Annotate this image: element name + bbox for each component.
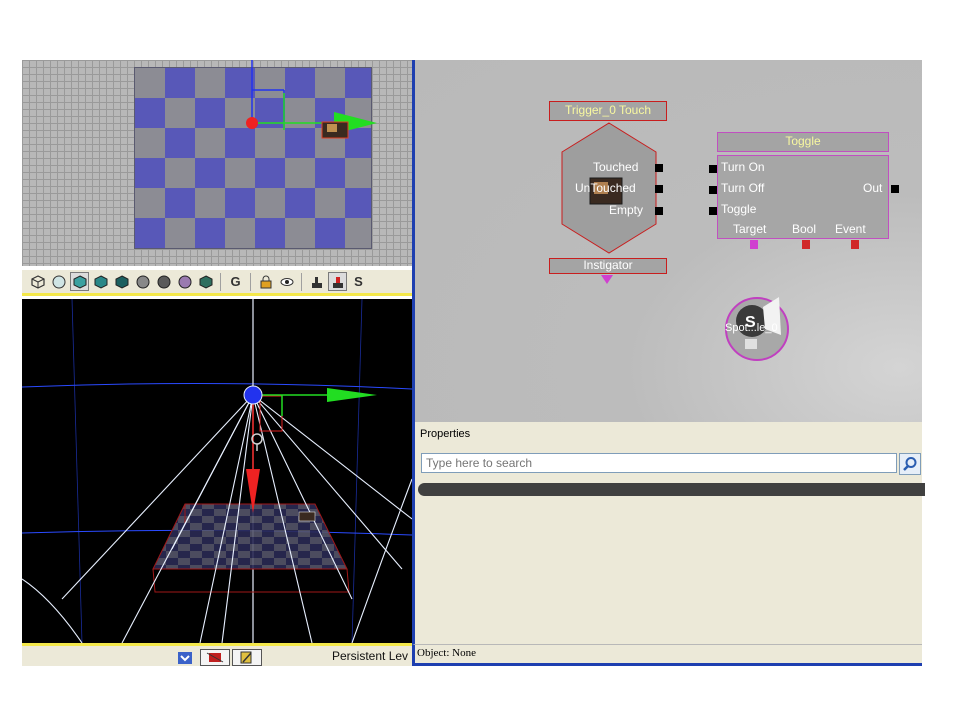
input-turn-on-label: Turn On — [721, 160, 765, 174]
perspective-viewport[interactable] — [22, 299, 412, 646]
output-out-label: Out — [863, 181, 883, 195]
lit-cube-icon[interactable] — [91, 272, 110, 291]
pivot-dot — [246, 117, 258, 129]
object-status-label: Object: None — [417, 647, 476, 659]
output-touched-pin[interactable] — [655, 164, 663, 172]
kismet-canvas[interactable]: Trigger_0 Touch Touched UnTouched Empty … — [412, 60, 922, 422]
input-turn-on-pin[interactable] — [709, 165, 717, 173]
camera-sphere-icon[interactable] — [133, 272, 152, 291]
sprite-icon[interactable]: S — [349, 272, 368, 291]
object-statusbar: Object: None — [412, 644, 922, 666]
var-bool-pin[interactable] — [802, 240, 810, 249]
output-empty-label: Empty — [609, 203, 644, 217]
viewport-toolbar: G S — [22, 270, 412, 296]
trigger-node-title[interactable]: Trigger_0 Touch — [549, 101, 667, 121]
properties-search-input[interactable] — [421, 453, 897, 473]
top-viewport[interactable] — [22, 60, 412, 266]
instigator-var-link[interactable]: Instigator — [549, 258, 667, 274]
brush-cube-icon[interactable] — [112, 272, 131, 291]
output-untouched-pin[interactable] — [655, 185, 663, 193]
level-actor-button[interactable] — [200, 649, 230, 666]
input-toggle-label: Toggle — [721, 202, 757, 216]
toggle-node-title[interactable]: Toggle — [717, 132, 889, 152]
input-toggle-pin[interactable] — [709, 207, 717, 215]
search-button[interactable] — [899, 453, 921, 475]
eye-icon[interactable] — [277, 272, 296, 291]
instigator-arrow-icon[interactable] — [601, 275, 613, 285]
current-level-label: Persistent Lev — [332, 649, 409, 663]
properties-category-bar[interactable] — [418, 483, 925, 496]
var-event-label: Event — [835, 222, 866, 236]
texture-icon[interactable] — [175, 272, 194, 291]
input-turn-off-label: Turn Off — [721, 181, 765, 195]
realtime-icon[interactable] — [196, 272, 215, 291]
var-target-label: Target — [733, 222, 767, 236]
var-bool-label: Bool — [792, 222, 817, 236]
horizon-wire — [22, 382, 412, 390]
input-turn-off-pin[interactable] — [709, 186, 717, 194]
floor-mesh — [153, 504, 347, 569]
spotlight-origin — [243, 385, 263, 405]
chevron-down-icon[interactable] — [178, 652, 192, 664]
properties-title: Properties — [420, 428, 471, 440]
search-icon — [903, 457, 917, 471]
output-untouched-label: UnTouched — [575, 181, 636, 195]
actor-icon[interactable] — [307, 272, 326, 291]
grid-toggle-icon[interactable]: G — [226, 272, 245, 291]
cylinder-icon[interactable] — [49, 272, 68, 291]
var-target-pin[interactable] — [750, 240, 758, 249]
output-out-pin[interactable] — [891, 185, 899, 193]
unlit-cube-icon[interactable] — [70, 272, 89, 291]
lock-icon[interactable] — [256, 272, 275, 291]
perspective-scene — [22, 299, 412, 643]
trigger-sprite — [298, 511, 316, 522]
level-statusbar: Persistent Lev — [22, 646, 412, 666]
spotlight-var-label: Spot...le_0 — [725, 322, 778, 334]
level-edit-button[interactable] — [232, 649, 262, 666]
properties-panel: Properties — [412, 422, 925, 644]
actor-red-icon[interactable] — [328, 272, 347, 291]
lighting-icon[interactable] — [154, 272, 173, 291]
var-event-pin[interactable] — [851, 240, 859, 249]
top-gizmo-overlay — [246, 60, 377, 139]
output-touched-label: Touched — [593, 160, 639, 174]
output-empty-pin[interactable] — [655, 207, 663, 215]
wireframe-cube-icon[interactable] — [28, 272, 47, 291]
x-arrow-head — [327, 388, 377, 402]
